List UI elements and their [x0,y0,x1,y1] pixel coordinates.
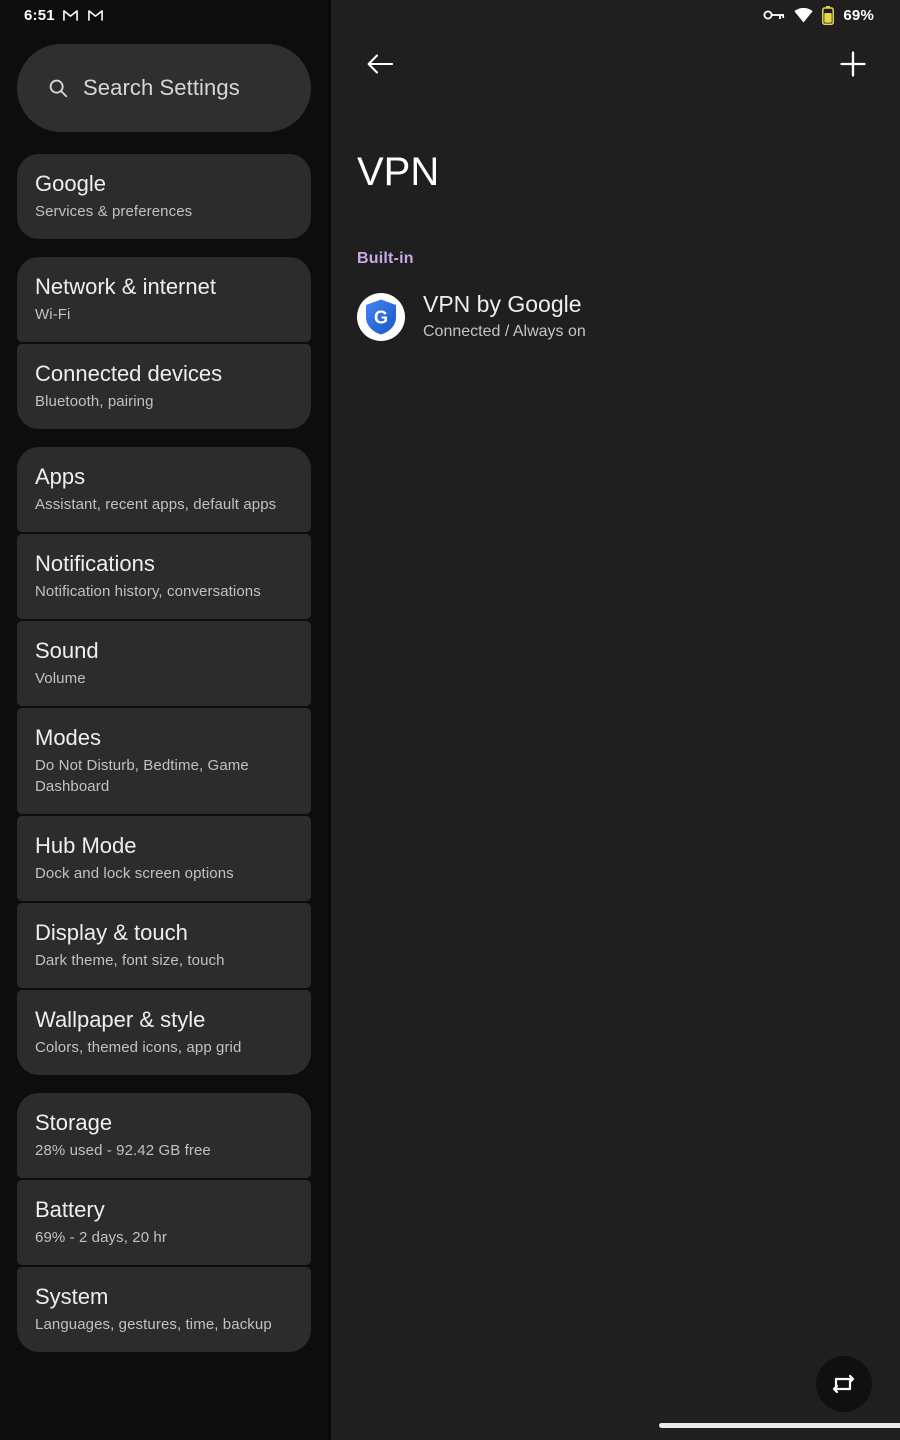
vpn-detail-pane: 69% VPN Built-in G VPN by Google Connect… [328,0,900,1440]
sidebar-item-hub-mode[interactable]: Hub Mode Dock and lock screen options [17,816,311,901]
sidebar-item-title: Modes [35,725,102,750]
sidebar-item-title: System [35,1284,109,1309]
sidebar-item-subtitle: Volume [35,670,86,687]
sidebar-item-title: Notifications [35,551,155,576]
vpn-list-item[interactable]: G VPN by Google Connected / Always on [331,268,900,343]
sidebar-item-title: Hub Mode [35,833,137,858]
sidebar-item-subtitle: Languages, gestures, time, backup [35,1316,272,1333]
plus-icon [840,51,866,77]
sidebar-item-storage[interactable]: Storage 28% used - 92.42 GB free [17,1093,311,1178]
sidebar-item-subtitle: Do Not Disturb, Bedtime, Game Dashboard [35,757,249,795]
google-vpn-shield-icon: G [357,292,405,341]
back-arrow-icon [367,54,393,74]
sidebar-item-connected-devices[interactable]: Connected devices Bluetooth, pairing [17,344,311,429]
battery-icon [822,5,835,25]
search-icon [49,79,68,98]
sidebar-item-notifications[interactable]: Notifications Notification history, conv… [17,534,311,619]
nav-group: Apps Assistant, recent apps, default app… [17,447,311,1075]
battery-percent-label: 69% [843,6,874,24]
sidebar-item-modes[interactable]: Modes Do Not Disturb, Bedtime, Game Dash… [17,708,311,814]
vpn-item-status: Connected / Always on [423,323,586,340]
sidebar-item-subtitle: Services & preferences [35,203,193,220]
nav-group: Network & internet Wi-Fi Connected devic… [17,257,311,429]
sidebar-item-sound[interactable]: Sound Volume [17,621,311,706]
sidebar-item-title: Display & touch [35,920,188,945]
sidebar-item-title: Apps [35,464,86,489]
status-bar-left: 6:51 [0,0,328,30]
sidebar-item-subtitle: Dock and lock screen options [35,865,234,882]
vpn-item-name: VPN by Google [423,291,582,317]
sidebar-item-system[interactable]: System Languages, gestures, time, backup [17,1267,311,1352]
detail-toolbar [331,30,900,98]
sidebar-item-title: Google [35,171,106,196]
sidebar-item-wallpaper-style[interactable]: Wallpaper & style Colors, themed icons, … [17,990,311,1075]
wifi-icon [794,7,813,22]
gesture-nav-area [659,1410,900,1440]
sidebar-item-subtitle: Notification history, conversations [35,583,261,600]
sidebar-item-title: Wallpaper & style [35,1007,206,1032]
status-bar-clock: 6:51 [24,6,55,24]
rotate-screen-fab[interactable] [816,1356,872,1412]
sidebar-item-display-touch[interactable]: Display & touch Dark theme, font size, t… [17,903,311,988]
search-placeholder: Search Settings [83,75,240,100]
status-bar-notification-icons [62,9,103,22]
sidebar-item-title: Network & internet [35,274,216,299]
sidebar-item-title: Connected devices [35,361,223,386]
sidebar-item-google[interactable]: Google Services & preferences [17,154,311,239]
gmail-icon [87,9,103,21]
sidebar-item-subtitle: 69% - 2 days, 20 hr [35,1229,167,1246]
sidebar-item-apps[interactable]: Apps Assistant, recent apps, default app… [17,447,311,532]
status-bar-right: 69% [331,0,900,30]
sidebar-item-network-internet[interactable]: Network & internet Wi-Fi [17,257,311,342]
sidebar-item-battery[interactable]: Battery 69% - 2 days, 20 hr [17,1180,311,1265]
sidebar-item-subtitle: Bluetooth, pairing [35,393,154,410]
settings-nav-list: Google Services & preferences Network & … [0,154,328,1352]
svg-text:G: G [374,307,388,327]
sidebar-item-subtitle: Colors, themed icons, app grid [35,1039,242,1056]
sidebar-item-subtitle: Wi-Fi [35,306,71,323]
gmail-icon [62,9,78,21]
sidebar-item-title: Battery [35,1197,105,1222]
sidebar-item-subtitle: Assistant, recent apps, default apps [35,496,277,513]
shield-glyph-icon: G [366,299,396,334]
back-button[interactable] [357,41,403,87]
nav-group: Google Services & preferences [17,154,311,239]
home-indicator-bar[interactable] [659,1423,900,1428]
page-title: VPN [357,150,440,194]
sidebar-item-title: Storage [35,1110,113,1135]
settings-sidebar: 6:51 Search Settings Google Services & p… [0,0,328,1440]
section-header-built-in: Built-in [357,250,414,267]
search-input[interactable]: Search Settings [17,44,311,132]
sidebar-item-subtitle: 28% used - 92.42 GB free [35,1142,211,1159]
android-settings-screen: 6:51 Search Settings Google Services & p… [0,0,900,1440]
sidebar-item-subtitle: Dark theme, font size, touch [35,952,225,969]
rotate-screen-icon [832,1374,855,1394]
sidebar-item-title: Sound [35,638,99,663]
nav-group: Storage 28% used - 92.42 GB free Battery… [17,1093,311,1352]
vpn-key-icon [763,10,785,20]
vpn-item-texts: VPN by Google Connected / Always on [423,290,586,343]
add-vpn-button[interactable] [830,41,876,87]
